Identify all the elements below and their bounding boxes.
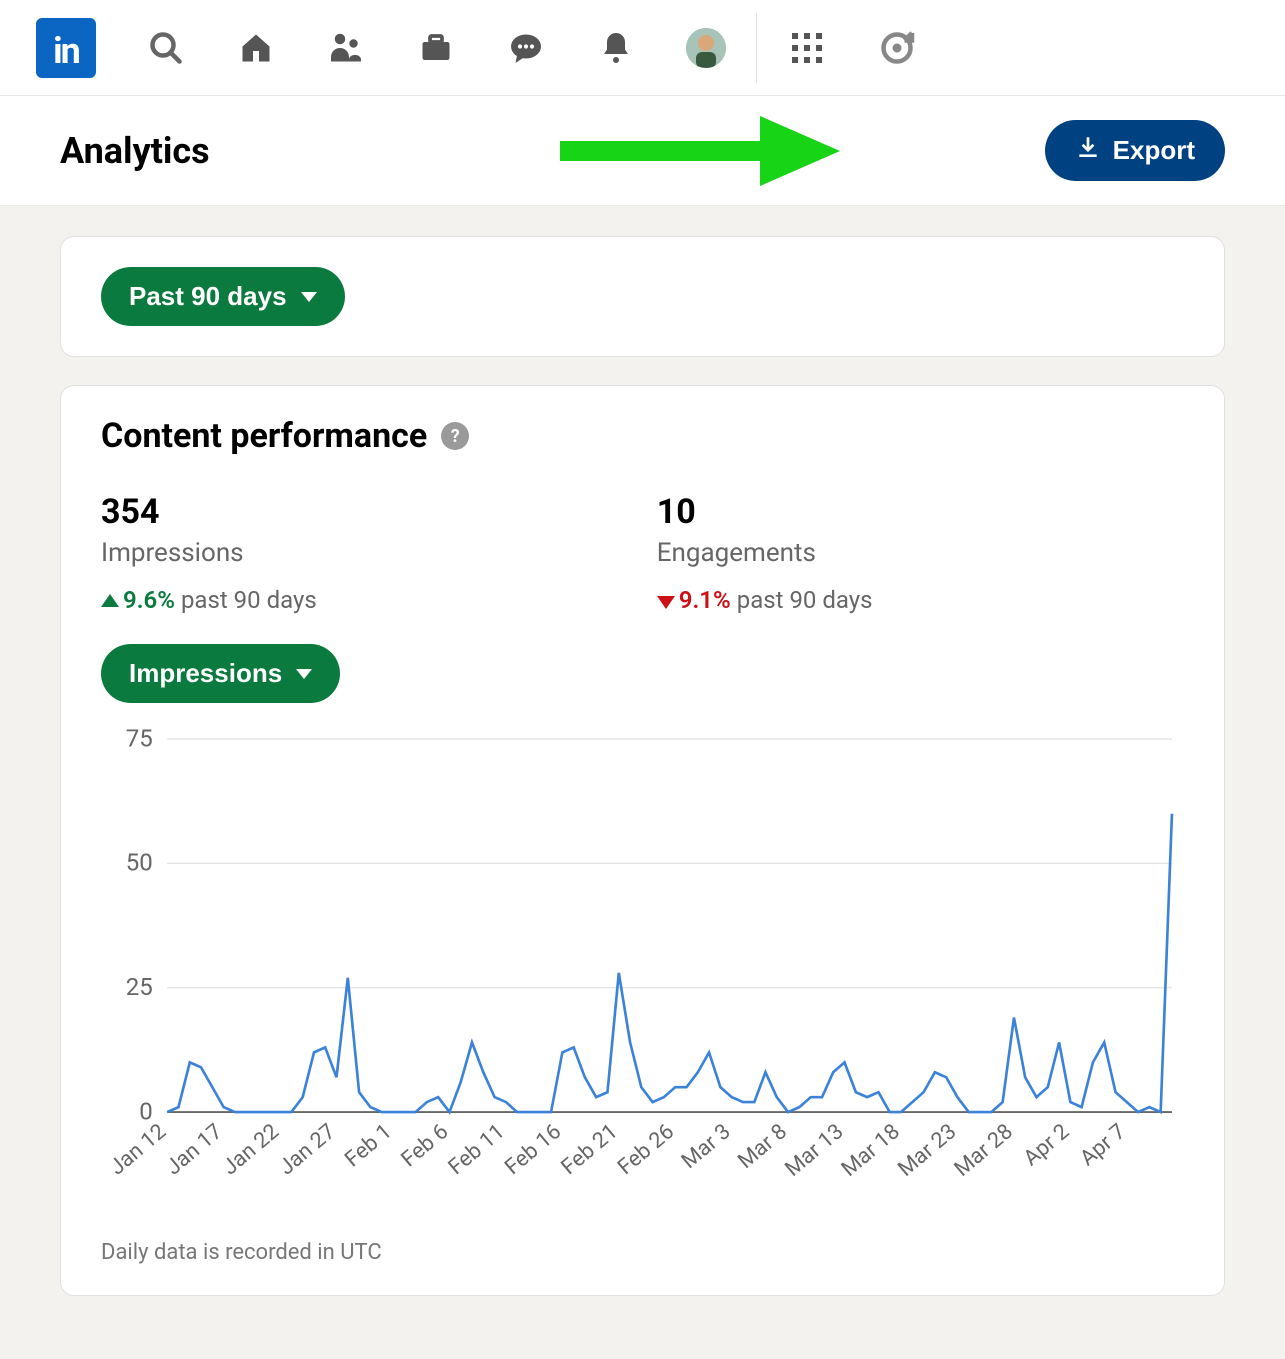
svg-text:75: 75 bbox=[126, 727, 153, 752]
apps-grid-icon[interactable] bbox=[787, 28, 827, 68]
svg-text:Jan 17: Jan 17 bbox=[161, 1119, 227, 1180]
home-icon[interactable] bbox=[236, 28, 276, 68]
svg-text:Mar 13: Mar 13 bbox=[780, 1119, 848, 1182]
arrow-down-icon bbox=[657, 596, 675, 609]
svg-text:50: 50 bbox=[126, 849, 153, 877]
date-filter-card: Past 90 days bbox=[60, 236, 1225, 357]
svg-text:Mar 18: Mar 18 bbox=[837, 1119, 905, 1182]
network-icon[interactable] bbox=[326, 28, 366, 68]
download-icon bbox=[1075, 134, 1101, 167]
engagements-label: Engagements bbox=[657, 538, 873, 568]
chevron-down-icon bbox=[301, 292, 317, 302]
date-range-label: Past 90 days bbox=[129, 281, 287, 312]
target-icon[interactable] bbox=[877, 28, 917, 68]
svg-text:Jan 27: Jan 27 bbox=[274, 1119, 340, 1180]
metric-impressions: 354 Impressions 9.6%past 90 days bbox=[101, 492, 317, 614]
notifications-icon[interactable] bbox=[596, 28, 636, 68]
svg-text:Feb 21: Feb 21 bbox=[557, 1119, 623, 1180]
chart-footnote: Daily data is recorded in UTC bbox=[101, 1240, 1184, 1265]
help-icon[interactable]: ? bbox=[441, 422, 469, 450]
metric-selector-label: Impressions bbox=[129, 658, 282, 689]
svg-text:25: 25 bbox=[126, 973, 153, 1001]
svg-text:Jan 12: Jan 12 bbox=[105, 1119, 171, 1180]
jobs-icon[interactable] bbox=[416, 28, 456, 68]
svg-text:Mar 23: Mar 23 bbox=[893, 1119, 961, 1182]
svg-text:Apr 2: Apr 2 bbox=[1019, 1119, 1074, 1171]
svg-text:Feb 6: Feb 6 bbox=[397, 1119, 454, 1172]
linkedin-logo[interactable]: in bbox=[36, 18, 96, 78]
date-range-dropdown[interactable]: Past 90 days bbox=[101, 267, 345, 326]
svg-text:Apr 7: Apr 7 bbox=[1075, 1119, 1130, 1171]
svg-text:0: 0 bbox=[139, 1097, 153, 1125]
engagements-change: 9.1%past 90 days bbox=[657, 586, 873, 614]
impressions-value: 354 bbox=[101, 492, 317, 532]
impressions-chart: 0255075Jan 12Jan 17Jan 22Jan 27Feb 1Feb … bbox=[101, 727, 1184, 1212]
chevron-down-icon bbox=[296, 669, 312, 679]
svg-text:Feb 26: Feb 26 bbox=[613, 1119, 679, 1180]
svg-text:Mar 28: Mar 28 bbox=[950, 1119, 1018, 1182]
engagements-value: 10 bbox=[657, 492, 873, 532]
svg-text:Feb 11: Feb 11 bbox=[444, 1119, 510, 1180]
metric-selector-dropdown[interactable]: Impressions bbox=[101, 644, 340, 703]
top-nav: in bbox=[0, 0, 1285, 96]
metric-engagements: 10 Engagements 9.1%past 90 days bbox=[657, 492, 873, 614]
page-header: Analytics Export bbox=[0, 96, 1285, 206]
export-button[interactable]: Export bbox=[1045, 120, 1225, 181]
search-icon[interactable] bbox=[146, 28, 186, 68]
arrow-up-icon bbox=[101, 594, 119, 607]
profile-avatar[interactable] bbox=[686, 28, 726, 68]
export-button-label: Export bbox=[1113, 135, 1195, 166]
page-title: Analytics bbox=[60, 130, 210, 172]
annotation-arrow bbox=[560, 116, 840, 186]
messaging-icon[interactable] bbox=[506, 28, 546, 68]
svg-text:Jan 22: Jan 22 bbox=[218, 1119, 284, 1180]
svg-text:Feb 16: Feb 16 bbox=[500, 1119, 566, 1180]
impressions-label: Impressions bbox=[101, 538, 317, 568]
svg-text:Mar 3: Mar 3 bbox=[677, 1119, 736, 1174]
nav-divider bbox=[756, 13, 757, 83]
svg-text:Feb 1: Feb 1 bbox=[340, 1119, 397, 1172]
content-performance-card: Content performance ? 354 Impressions 9.… bbox=[60, 385, 1225, 1296]
section-title: Content performance bbox=[101, 416, 427, 456]
impressions-change: 9.6%past 90 days bbox=[101, 586, 317, 614]
